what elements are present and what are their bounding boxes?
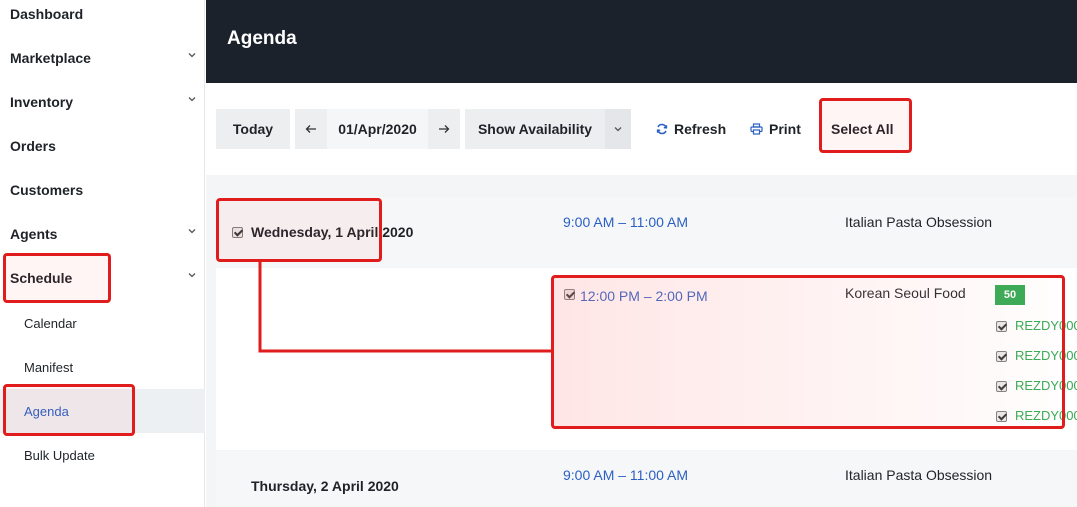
agenda-toolbar: Today 01/Apr/2020 Show Availability Refr…: [206, 83, 1077, 175]
sidebar-item-orders[interactable]: Orders: [0, 124, 205, 168]
sidebar-subitem-label: Calendar: [24, 315, 77, 331]
refresh-label: Refresh: [674, 121, 727, 137]
show-availability-button[interactable]: Show Availability: [465, 109, 605, 149]
arrow-left-icon: [305, 125, 316, 133]
sidebar-item-inventory[interactable]: Inventory: [0, 80, 205, 124]
sidebar-subitem-calendar[interactable]: Calendar: [0, 301, 205, 345]
sidebar-item-label: Marketplace: [10, 50, 91, 66]
sidebar-item-label: Inventory: [10, 94, 74, 110]
sidebar-subitem-bulk-update[interactable]: Bulk Update: [0, 433, 205, 477]
booking-select-checkbox[interactable]: [996, 381, 1007, 392]
sidebar-item-agents[interactable]: Agents: [0, 212, 205, 256]
page-header: Agenda: [206, 0, 1077, 83]
sidebar-subitem-manifest[interactable]: Manifest: [0, 345, 205, 389]
chevron-down-icon: [188, 273, 196, 278]
sidebar: Dashboard Marketplace Inventory Orders C…: [0, 0, 205, 507]
booking-link[interactable]: REZDY000: [1015, 378, 1077, 393]
sidebar-subitem-label: Bulk Update: [24, 447, 95, 463]
sidebar-item-schedule[interactable]: Schedule: [0, 256, 205, 300]
agenda-session-row: 12:00 PM – 2:00 PM Korean Seoul Food 50 …: [216, 268, 1077, 450]
session-product-name: Italian Pasta Obsession: [845, 214, 993, 230]
refresh-button[interactable]: Refresh: [656, 109, 726, 149]
sidebar-item-label: Agents: [10, 226, 58, 242]
chevron-down-icon: [188, 97, 196, 102]
sidebar-item-dashboard[interactable]: Dashboard: [0, 0, 205, 36]
sidebar-subitem-label: Agenda: [24, 403, 69, 419]
chevron-down-icon: [188, 53, 196, 58]
date-value: 01/Apr/2020: [338, 121, 417, 137]
sidebar-item-label: Dashboard: [10, 6, 84, 22]
session-select-checkbox[interactable]: [564, 289, 575, 300]
booking-select-checkbox[interactable]: [996, 321, 1007, 332]
agenda-list: Wednesday, 1 April 2020 9:00 AM – 11:00 …: [206, 175, 1077, 507]
session-time-link[interactable]: 9:00 AM – 11:00 AM: [563, 214, 688, 230]
agenda-day-row: Wednesday, 1 April 2020 9:00 AM – 11:00 …: [216, 197, 1077, 267]
chevron-down-icon: [614, 127, 622, 132]
session-product-name: Italian Pasta Obsession: [845, 467, 993, 483]
sidebar-item-customers[interactable]: Customers: [0, 168, 205, 212]
chevron-down-icon: [188, 229, 196, 234]
refresh-icon: [656, 123, 668, 135]
sidebar-subitem-label: Manifest: [24, 359, 74, 375]
day-select-checkbox[interactable]: [232, 227, 243, 238]
next-date-button[interactable]: [428, 109, 460, 149]
printer-icon: [750, 123, 763, 135]
day-date-label: Wednesday, 1 April 2020: [251, 224, 414, 240]
session-time-link[interactable]: 12:00 PM – 2:00 PM: [580, 288, 708, 304]
booking-select-checkbox[interactable]: [996, 351, 1007, 362]
session-time-link[interactable]: 9:00 AM – 11:00 AM: [563, 467, 688, 483]
seats-badge: 50: [995, 285, 1025, 305]
sidebar-subitem-agenda[interactable]: Agenda: [0, 389, 205, 433]
sidebar-item-label: Orders: [10, 138, 56, 154]
today-button-label: Today: [232, 121, 274, 137]
day-date-label: Thursday, 2 April 2020: [251, 478, 399, 494]
booking-link[interactable]: REZDY000: [1015, 408, 1077, 423]
prev-date-button[interactable]: [295, 109, 327, 149]
arrow-right-icon: [439, 125, 450, 133]
session-product-name: Korean Seoul Food: [845, 285, 966, 301]
today-button[interactable]: Today: [216, 109, 290, 149]
booking-link[interactable]: REZDY000: [1015, 318, 1077, 333]
sidebar-item-marketplace[interactable]: Marketplace: [0, 36, 205, 80]
select-all-button[interactable]: Select All: [831, 109, 894, 149]
booking-link[interactable]: REZDY000: [1015, 348, 1077, 363]
booking-select-checkbox[interactable]: [996, 411, 1007, 422]
sidebar-item-label: Customers: [10, 182, 84, 198]
show-availability-dropdown-toggle[interactable]: [605, 109, 631, 149]
print-label: Print: [769, 121, 801, 137]
select-all-label: Select All: [831, 121, 894, 137]
print-button[interactable]: Print: [750, 109, 801, 149]
show-availability-label: Show Availability: [477, 121, 593, 137]
sidebar-item-label: Schedule: [10, 270, 73, 286]
date-field[interactable]: 01/Apr/2020: [327, 109, 428, 149]
agenda-day-row: Thursday, 2 April 2020 9:00 AM – 11:00 A…: [216, 451, 1077, 507]
page-title: Agenda: [227, 28, 297, 49]
